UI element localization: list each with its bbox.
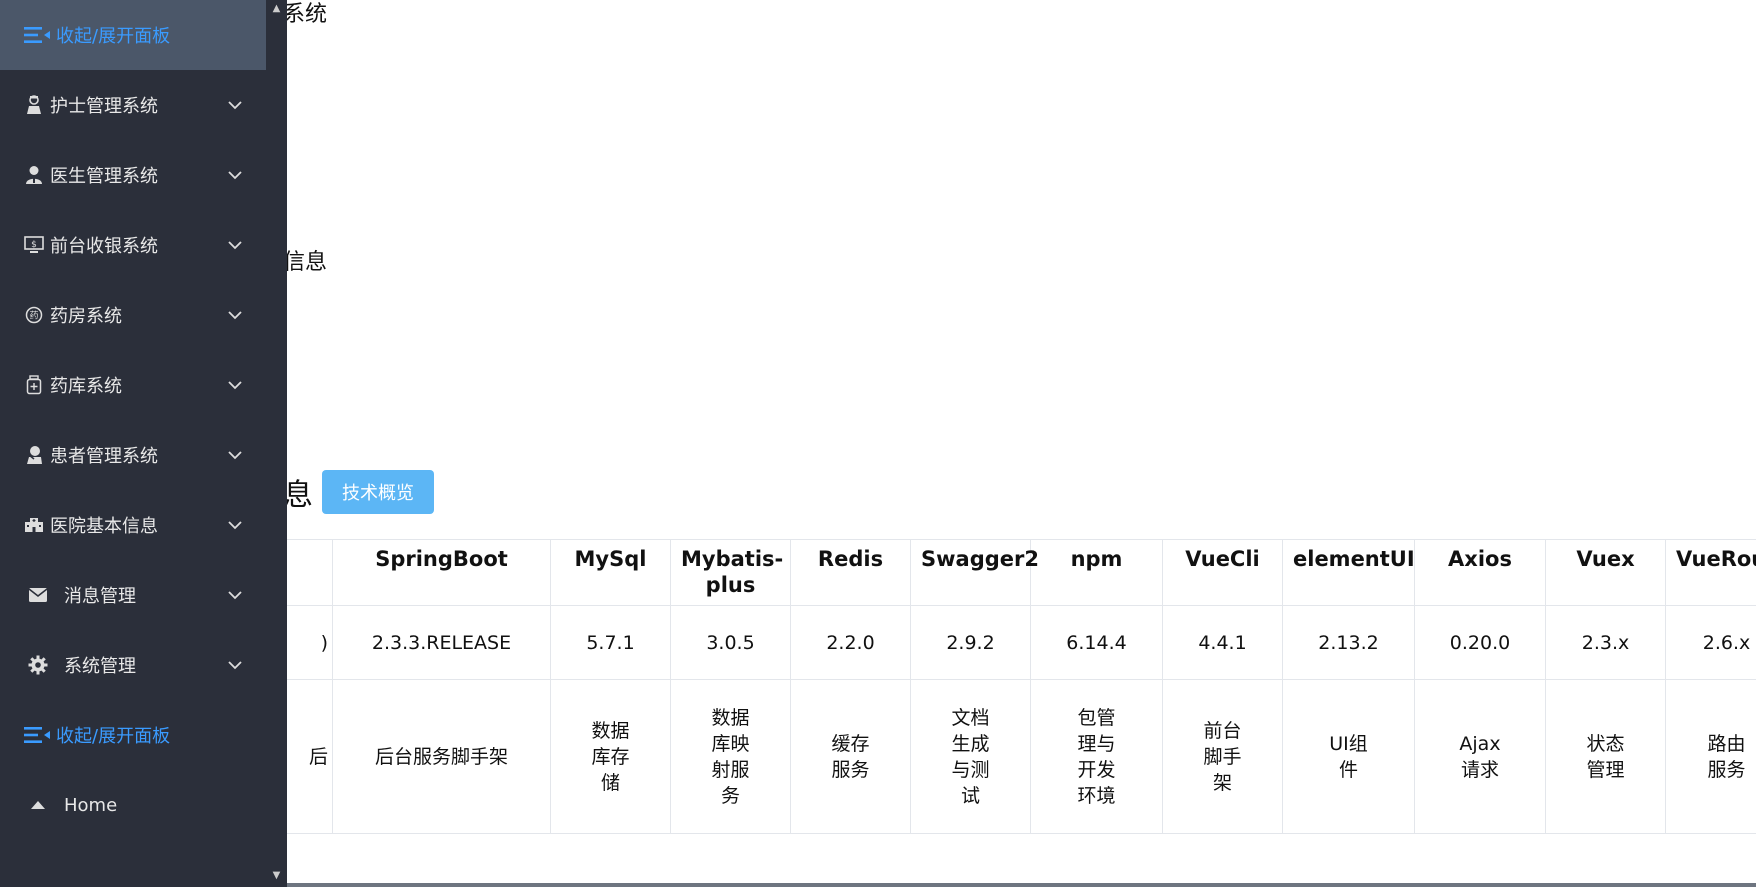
sidebar-item-label: 药库系统: [50, 376, 122, 397]
table-header-cell: Axios: [1414, 539, 1546, 606]
svg-text:药: 药: [29, 311, 38, 322]
table-cell: 5.7.1: [550, 605, 671, 680]
table-cell: 3.0.5: [670, 605, 791, 680]
caret-up-icon: [28, 795, 48, 815]
chevron-down-icon: [228, 658, 242, 672]
table-cell: Ajax请求: [1414, 679, 1546, 834]
table-cell: UI组件: [1282, 679, 1415, 834]
sidebar-item-system-management[interactable]: 系统管理: [0, 630, 266, 700]
sidebar-item-nurse-management[interactable]: 护士管理系统: [0, 70, 266, 140]
sidebar-item-message-management[interactable]: 消息管理: [0, 560, 266, 630]
tech-stack-table: SpringBoot MySql Mybatis-plus Redis Swag…: [287, 539, 1756, 834]
svg-text:$: $: [31, 240, 37, 250]
table-cell: 2.3.x: [1545, 605, 1666, 680]
table-cell: 包管理与开发环境: [1030, 679, 1163, 834]
table-cell: 2.3.3.RELEASE: [332, 605, 551, 680]
table-cell: 6.14.4: [1030, 605, 1163, 680]
hospital-icon: [24, 515, 44, 535]
sidebar-item-label: 前台收银系统: [50, 236, 158, 257]
collapse-menu-icon: [24, 725, 52, 745]
chevron-down-icon: [228, 378, 242, 392]
table-cell: 数据库映射服务: [670, 679, 791, 834]
table-header-cell: Swagger2: [910, 539, 1039, 606]
collapse-panel-button-top[interactable]: 收起/展开面板: [0, 0, 266, 70]
scroll-up-arrow-icon[interactable]: ▲: [271, 4, 282, 14]
sidebar-item-label: Home: [64, 794, 118, 816]
collapse-panel-label: 收起/展开面板: [56, 26, 171, 47]
gear-icon: [28, 655, 48, 675]
chevron-down-icon: [228, 448, 242, 462]
section-heading-system: 系统: [287, 2, 328, 27]
sidebar-item-home[interactable]: Home: [0, 770, 266, 840]
table-cell: 缓存服务: [790, 679, 911, 834]
sidebar-item-label: 患者管理系统: [50, 446, 158, 467]
collapse-panel-label: 收起/展开面板: [56, 726, 171, 747]
chevron-down-icon: [228, 588, 242, 602]
table-header-cell: Redis: [790, 539, 911, 606]
table-cell: 0.20.0: [1414, 605, 1546, 680]
scroll-down-arrow-icon[interactable]: ▼: [271, 871, 282, 881]
sidebar-scrollbar[interactable]: ▲ ▼: [266, 0, 287, 887]
tech-overview-button[interactable]: 技术概览: [322, 470, 434, 514]
table-header-cell: Mybatis-plus: [670, 539, 791, 606]
table-cell: 文档生成与测试: [910, 679, 1031, 834]
sidebar-item-hospital-info[interactable]: 医院基本信息: [0, 490, 266, 560]
section-heading-tech-info: 息: [287, 478, 313, 513]
cashier-monitor-icon: $: [24, 235, 44, 255]
sidebar-item-pharmacy[interactable]: 药 药房系统: [0, 280, 266, 350]
chevron-down-icon: [228, 168, 242, 182]
pharmacy-icon: 药: [24, 305, 44, 325]
table-header-cell: npm: [1030, 539, 1163, 606]
sidebar-item-label: 药房系统: [50, 306, 122, 327]
table-header-row: SpringBoot MySql Mybatis-plus Redis Swag…: [287, 539, 1756, 606]
doctor-icon: [24, 165, 44, 185]
table-row-descriptions: 后 后台服务脚手架 数据库存储 数据库映射服务 缓存服务 文档生成与测试 包管理…: [287, 679, 1756, 834]
main-content: 系统 信息 息 技术概览 SpringBoot MySql Mybatis-pl…: [287, 0, 1756, 887]
sidebar-item-medicine-store[interactable]: 药库系统: [0, 350, 266, 420]
table-cell: 后台服务脚手架: [332, 679, 551, 834]
table-cell: ): [287, 605, 333, 680]
horizontal-scrollbar[interactable]: [287, 883, 1756, 887]
table-cell: 2.9.2: [910, 605, 1031, 680]
medicine-bottle-icon: [24, 375, 44, 395]
sidebar-item-cashier[interactable]: $ 前台收银系统: [0, 210, 266, 280]
sidebar-item-label: 医院基本信息: [50, 516, 158, 537]
chevron-down-icon: [228, 98, 242, 112]
nurse-icon: [24, 95, 44, 115]
table-cell: 2.13.2: [1282, 605, 1415, 680]
sidebar-item-label: 医生管理系统: [50, 166, 158, 187]
table-header-cell: Vuex: [1545, 539, 1666, 606]
chevron-down-icon: [228, 308, 242, 322]
collapse-panel-button-bottom[interactable]: 收起/展开面板: [0, 700, 266, 770]
table-header-cell: SpringBoot: [332, 539, 551, 606]
sidebar: 收起/展开面板 护士管理系统 医生管理系统 $ 前台收银系统 药 药房系统 药库…: [0, 0, 266, 887]
table-header-cell: VueCli: [1162, 539, 1283, 606]
sidebar-item-label: 护士管理系统: [50, 96, 158, 117]
envelope-icon: [28, 585, 48, 605]
table-header-cell: VueRouter: [1665, 539, 1756, 606]
table-row-versions: ) 2.3.3.RELEASE 5.7.1 3.0.5 2.2.0 2.9.2 …: [287, 605, 1756, 680]
patient-icon: [24, 445, 44, 465]
table-cell: 状态管理: [1545, 679, 1666, 834]
table-cell: 4.4.1: [1162, 605, 1283, 680]
table-cell: 2.6.x: [1665, 605, 1756, 680]
table-cell: 路由服务: [1665, 679, 1756, 834]
table-cell: 2.2.0: [790, 605, 911, 680]
table-cell: 前台脚手架: [1162, 679, 1283, 834]
table-cell: 数据库存储: [550, 679, 671, 834]
section-heading-info: 信息: [287, 250, 328, 275]
table-header-cell: elementUI: [1282, 539, 1415, 606]
sidebar-item-label: 系统管理: [64, 656, 136, 677]
chevron-down-icon: [228, 238, 242, 252]
table-cell: 后: [287, 679, 333, 834]
sidebar-item-patient-management[interactable]: 患者管理系统: [0, 420, 266, 490]
collapse-menu-icon: [24, 25, 52, 45]
sidebar-item-doctor-management[interactable]: 医生管理系统: [0, 140, 266, 210]
chevron-down-icon: [228, 518, 242, 532]
table-header-cell: [287, 539, 333, 606]
sidebar-item-label: 消息管理: [64, 586, 136, 607]
table-header-cell: MySql: [550, 539, 671, 606]
